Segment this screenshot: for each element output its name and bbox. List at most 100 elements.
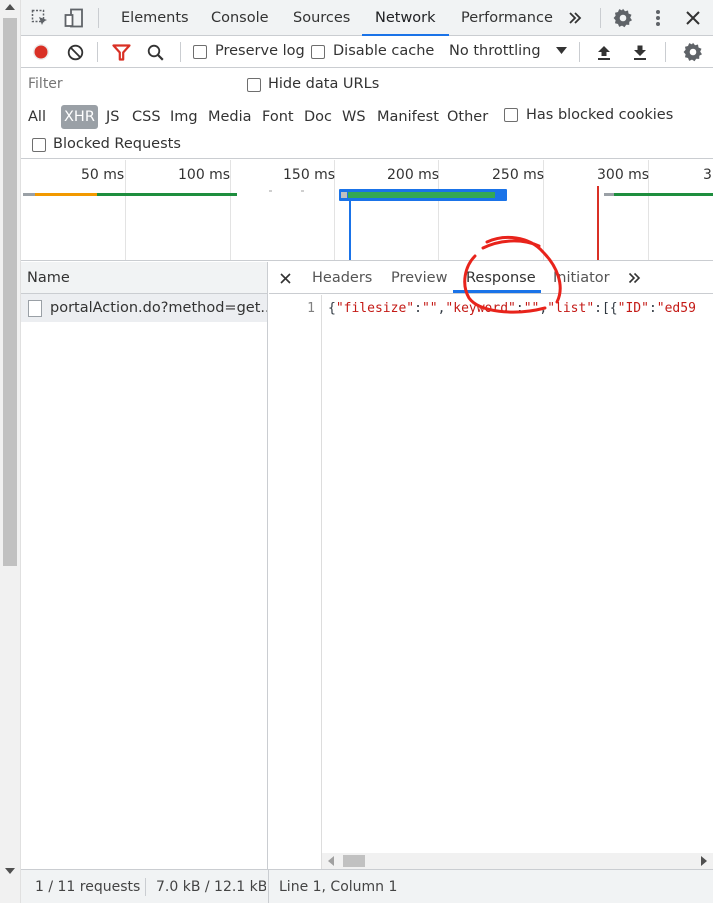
code-punct: : — [515, 301, 524, 316]
timing-bar-download — [97, 193, 237, 196]
close-devtools-icon[interactable] — [683, 8, 703, 28]
code-punct: : — [648, 301, 657, 316]
code-punct: { — [328, 301, 336, 316]
code-punct: :[{ — [594, 301, 618, 316]
import-har-upload-icon[interactable] — [594, 42, 614, 62]
filter-input[interactable] — [25, 72, 228, 96]
name-column-header[interactable]: Name — [21, 262, 267, 294]
filter-funnel-icon[interactable] — [111, 42, 131, 62]
type-filter-manifest[interactable]: Manifest — [377, 105, 439, 129]
time-tick-label: 150 ms — [283, 167, 336, 183]
type-filter-ws[interactable]: WS — [342, 105, 366, 129]
devtools-panel: Elements Console Sources Network Perform… — [21, 0, 713, 903]
request-name: portalAction.do?method=get... — [50, 300, 267, 316]
separator — [180, 42, 181, 62]
tab-performance[interactable]: Performance — [461, 0, 553, 36]
scrollbar-thumb[interactable] — [3, 18, 17, 566]
close-detail-icon[interactable] — [278, 271, 292, 285]
type-filter-js[interactable]: JS — [106, 105, 119, 129]
time-tick-label: 3 — [703, 167, 712, 183]
separator — [665, 42, 666, 62]
detail-tab-strip: Headers Preview Response Initiator — [269, 262, 713, 294]
export-har-download-icon[interactable] — [630, 42, 650, 62]
detail-tab-preview[interactable]: Preview — [391, 262, 447, 294]
scroll-up-arrow-icon[interactable] — [5, 4, 15, 10]
hide-data-urls-checkbox[interactable] — [247, 77, 261, 93]
more-options-kebab-icon[interactable] — [648, 7, 668, 29]
separator — [268, 870, 269, 903]
record-button-icon[interactable] — [31, 42, 51, 62]
request-row[interactable]: portalAction.do?method=get... — [21, 294, 267, 322]
network-settings-gear-icon[interactable] — [682, 41, 704, 63]
separator — [98, 8, 99, 28]
type-filter-doc[interactable]: Doc — [304, 105, 332, 129]
separator — [600, 8, 601, 28]
preserve-log-label: Preserve log — [215, 43, 305, 59]
blocked-requests-checkbox[interactable] — [32, 137, 46, 153]
code-string: "ed59 — [656, 301, 696, 316]
scroll-right-arrow-icon[interactable] — [700, 856, 707, 866]
horizontal-scrollbar[interactable] — [322, 853, 713, 869]
detail-tab-initiator[interactable]: Initiator — [553, 262, 610, 294]
tab-console[interactable]: Console — [211, 0, 269, 36]
disable-cache-label: Disable cache — [333, 43, 435, 59]
type-filter-css[interactable]: CSS — [132, 105, 161, 129]
scroll-left-arrow-icon[interactable] — [328, 856, 335, 866]
detail-tab-headers[interactable]: Headers — [312, 262, 372, 294]
network-overview-timeline[interactable]: 50 ms 100 ms 150 ms 200 ms 250 ms 300 ms… — [21, 160, 713, 261]
device-toolbar-icon[interactable] — [63, 7, 85, 29]
request-list: Name portalAction.do?method=get... — [21, 262, 268, 869]
tab-elements[interactable]: Elements — [121, 0, 189, 36]
time-tick-label: 100 ms — [178, 167, 231, 183]
gridline — [125, 160, 126, 260]
type-filter-media[interactable]: Media — [208, 105, 252, 129]
time-tick-label: 50 ms — [81, 167, 125, 183]
time-tick-label: 200 ms — [387, 167, 440, 183]
request-detail-panel: Headers Preview Response Initiator 1 {"f… — [269, 262, 713, 869]
page-scrollbar[interactable] — [0, 0, 21, 903]
time-tick-label: 300 ms — [597, 167, 650, 183]
main-tab-strip: Elements Console Sources Network Perform… — [21, 0, 713, 36]
network-toolbar: Preserve log Disable cache No throttling — [21, 36, 713, 68]
settings-gear-icon[interactable] — [612, 7, 634, 29]
response-body-line[interactable]: {"filesize":"","keyword":"","list":[{"ID… — [328, 301, 696, 316]
code-key: "filesize" — [335, 301, 415, 316]
separator — [579, 42, 580, 62]
separator — [145, 878, 146, 896]
code-string: "" — [421, 301, 438, 316]
dom-content-loaded-marker — [349, 201, 351, 260]
document-file-icon — [28, 299, 42, 317]
code-punct: : — [414, 301, 422, 316]
has-blocked-cookies-checkbox[interactable] — [504, 107, 518, 123]
cursor-position: Line 1, Column 1 — [279, 879, 398, 895]
clear-block-icon[interactable] — [65, 42, 85, 62]
type-filter-xhr[interactable]: XHR — [61, 105, 98, 129]
timing-bar-dns — [35, 193, 97, 196]
search-icon[interactable] — [145, 42, 165, 62]
more-detail-tabs-chevron-icon[interactable] — [626, 271, 642, 285]
response-viewer[interactable]: 1 {"filesize":"","keyword":"","list":[{"… — [269, 295, 713, 869]
tab-sources[interactable]: Sources — [293, 0, 350, 36]
separator — [97, 42, 98, 62]
type-filter-img[interactable]: Img — [170, 105, 198, 129]
disable-cache-checkbox[interactable] — [311, 44, 325, 60]
timing-bar-waiting — [604, 193, 614, 196]
type-filter-other[interactable]: Other — [447, 105, 488, 129]
tab-network[interactable]: Network — [362, 0, 449, 36]
filter-bar: Hide data URLs All XHR JS CSS Img Media … — [21, 68, 713, 159]
inspect-element-icon[interactable] — [30, 8, 50, 28]
throttling-select[interactable]: No throttling — [441, 36, 569, 67]
request-count: 1 / 11 requests — [35, 879, 141, 895]
blocked-requests-label: Blocked Requests — [53, 136, 181, 152]
horizontal-scrollbar-thumb[interactable] — [343, 855, 365, 867]
more-tabs-chevron-icon[interactable] — [565, 8, 585, 28]
selected-request-bar[interactable] — [339, 189, 507, 201]
scroll-down-arrow-icon[interactable] — [5, 868, 15, 874]
preserve-log-checkbox[interactable] — [193, 44, 207, 60]
dropdown-caret-icon — [556, 47, 567, 54]
throttling-value: No throttling — [449, 43, 541, 59]
timing-bar-download — [614, 193, 713, 196]
type-filter-font[interactable]: Font — [262, 105, 294, 129]
code-key: "keyword" — [445, 301, 516, 316]
type-filter-all[interactable]: All — [28, 105, 46, 129]
